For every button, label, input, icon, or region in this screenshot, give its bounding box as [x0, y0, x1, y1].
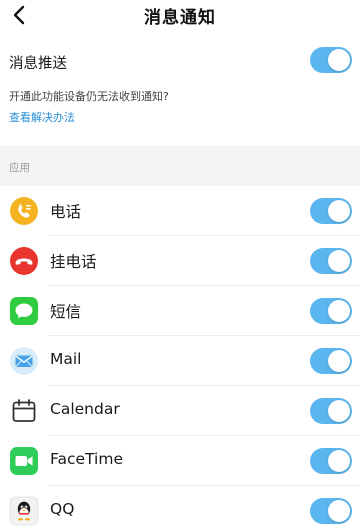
app-name: Mail [50, 350, 82, 368]
message-icon [9, 296, 39, 326]
qq-icon [9, 496, 39, 526]
calendar-icon [9, 396, 39, 426]
toggle-knob [328, 350, 350, 372]
facetime-icon [9, 446, 39, 476]
mail-icon [9, 346, 39, 376]
app-row-mail: Mail [0, 336, 360, 386]
app-row-facetime: FaceTime [0, 436, 360, 486]
page-title: 消息通知 [144, 8, 216, 28]
qq-toggle[interactable] [310, 498, 352, 524]
app-row-hang-up: 挂电话 [0, 236, 360, 286]
toggle-knob [328, 400, 350, 422]
phone-icon [9, 196, 39, 226]
mail-toggle[interactable] [310, 348, 352, 374]
push-notification-toggle[interactable] [310, 47, 352, 73]
app-row-phone: 电话 [0, 186, 360, 236]
app-name: 电话 [50, 203, 82, 221]
app-row-calendar: Calendar [0, 386, 360, 436]
header-bar: 消息通知 [0, 0, 360, 32]
toggle-knob [328, 300, 350, 322]
push-hint-text: 开通此功能设备仍无法收到通知? [9, 90, 169, 103]
app-name: Calendar [50, 400, 120, 418]
app-name: FaceTime [50, 450, 123, 468]
toggle-knob [328, 450, 350, 472]
toggle-knob [328, 200, 350, 222]
app-row-qq: QQ [0, 486, 360, 532]
apps-section-title: 应用 [9, 162, 30, 174]
hang-up-toggle[interactable] [310, 248, 352, 274]
app-row-messages: 短信 [0, 286, 360, 336]
app-name: 短信 [50, 303, 82, 321]
calendar-toggle[interactable] [310, 398, 352, 424]
toggle-knob [328, 500, 350, 522]
messages-toggle[interactable] [310, 298, 352, 324]
toggle-knob [328, 250, 350, 272]
push-notification-row: 消息推送 [0, 42, 360, 80]
toggle-knob [328, 49, 350, 71]
apps-section-header: 应用 [0, 146, 360, 187]
facetime-toggle[interactable] [310, 448, 352, 474]
app-list: 电话 挂电话 短信 Mail Calendar FaceTime QQ [0, 186, 360, 532]
phone-toggle[interactable] [310, 198, 352, 224]
push-settings-section: 消息推送 开通此功能设备仍无法收到通知? 查看解决办法 [0, 32, 360, 146]
app-name: 挂电话 [50, 253, 97, 271]
push-notification-label: 消息推送 [9, 56, 67, 72]
hang-up-icon [9, 246, 39, 276]
app-name: QQ [50, 500, 75, 518]
notification-settings-page: 消息通知 消息推送 开通此功能设备仍无法收到通知? 查看解决办法 应用 电话 挂… [0, 0, 360, 532]
view-solution-link[interactable]: 查看解决办法 [9, 109, 75, 125]
